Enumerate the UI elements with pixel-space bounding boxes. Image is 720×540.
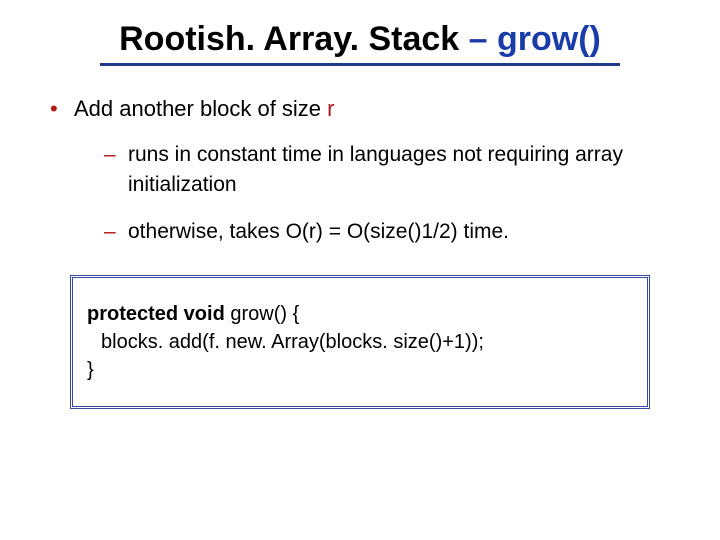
- title-part-blue: – grow(): [469, 20, 601, 58]
- title-part-black: Rootish. Array. Stack: [119, 20, 469, 58]
- sub-bullet-2: otherwise, takes O(r) = O(size()1/2) tim…: [104, 217, 680, 247]
- code-block: protected void grow() { blocks. add(f. n…: [70, 275, 650, 409]
- bullet-main-text: Add another block of size: [74, 96, 327, 121]
- slide: Rootish. Array. Stack – grow() Add anoth…: [0, 0, 720, 540]
- bullet-main-var: r: [327, 96, 334, 121]
- title-underline: [100, 63, 620, 66]
- sub-bullet-list: runs in constant time in languages not r…: [74, 140, 680, 247]
- code-line-1: protected void grow() {: [87, 300, 633, 328]
- code-line-3: }: [87, 356, 633, 384]
- sub-bullet-1: runs in constant time in languages not r…: [104, 140, 680, 201]
- code-keyword: protected void: [87, 303, 225, 325]
- bullet-list: Add another block of size r runs in cons…: [40, 94, 680, 247]
- page-title: Rootish. Array. Stack – grow(): [119, 20, 601, 59]
- code-line-1-rest: grow() {: [225, 303, 299, 325]
- bullet-main: Add another block of size r runs in cons…: [46, 94, 680, 247]
- code-line-2: blocks. add(f. new. Array(blocks. size()…: [87, 328, 633, 356]
